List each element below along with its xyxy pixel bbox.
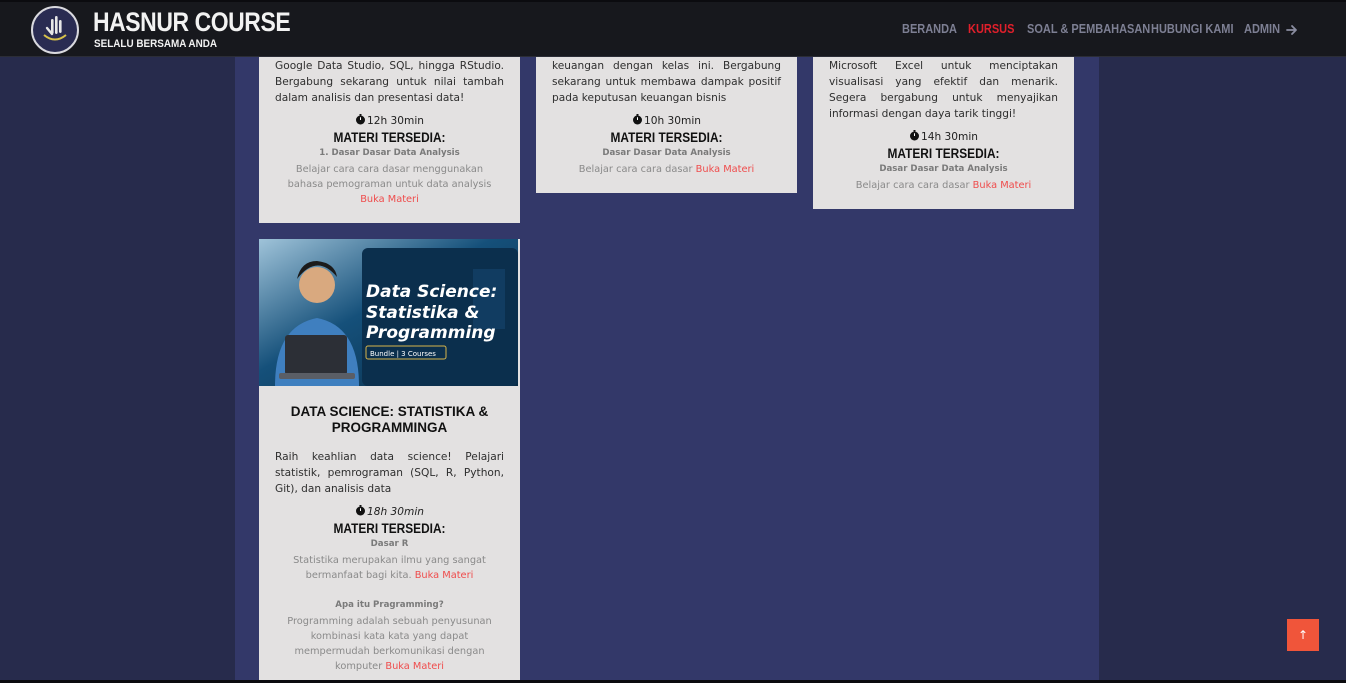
lesson-description: Belajar cara cara dasar menggunakan baha… [287,164,492,205]
course-thumbnail[interactable]: Data Science: Statistika & Programming B… [259,239,518,386]
course-description: Microsoft Excel untuk menciptakan visual… [829,60,1058,120]
nav-soal-pembahasan[interactable]: SOAL & PEMBAHASAN [1027,22,1150,36]
course-duration: 12h 30min [259,114,520,127]
thumbnail-title-line: Statistika & [366,303,479,323]
lesson-title: Apa itu Pragramming? [335,600,444,610]
lesson-description: Belajar cara cara dasar Buka Materi [578,164,755,175]
course-description: Google Data Studio, SQL, hingga RStudio.… [275,60,504,104]
course-description: Raih keahlian data science! Pelajari sta… [275,451,504,495]
course-duration: 14h 30min [813,130,1074,143]
course-duration: 18h 30min [259,505,520,518]
stopwatch-icon [355,505,365,516]
materi-heading: MATERI TERSEDIA: [887,146,1000,161]
nav-hubungi-kami[interactable]: HUBUNGI KAMI [1151,22,1234,36]
thumbnail-title-line: Programming [366,323,496,343]
open-materi-link[interactable]: Buka Materi [415,570,474,581]
course-thumbnail-art: Data Science: Statistika & Programming B… [259,239,518,386]
site-header: HASNUR COURSE SELALU BERSAMA ANDA BERAND… [0,2,1346,57]
open-materi-link[interactable]: Buka Materi [385,661,444,672]
thumbnail-title-line: Data Science: [366,282,497,302]
open-materi-link[interactable]: Buka Materi [360,194,419,205]
lesson-description: Programming adalah sebuah penyusunan kom… [287,616,492,672]
arrow-right-icon[interactable] [1286,23,1298,37]
stopwatch-icon [355,114,365,125]
lesson-title: Dasar Dasar Data Analysis [879,164,1008,174]
materi-heading: MATERI TERSEDIA: [333,130,446,145]
stopwatch-icon [909,130,919,141]
course-card: Microsoft Excel untuk menciptakan visual… [813,57,1074,209]
open-materi-link[interactable]: Buka Materi [973,180,1032,191]
scroll-top-button[interactable]: ↑ [1287,619,1319,651]
course-card: Data Science: Statistika & Programming B… [259,239,520,680]
course-duration: 10h 30min [536,114,797,127]
nav-admin[interactable]: ADMIN [1244,22,1280,36]
main-nav: BERANDA KURSUS SOAL & PEMBAHASAN HUBUNGI… [0,22,1346,40]
nav-beranda[interactable]: BERANDA [902,22,957,36]
open-materi-link[interactable]: Buka Materi [696,164,755,175]
course-description: keuangan dengan kelas ini. Bergabung sek… [552,60,781,104]
nav-kursus[interactable]: KURSUS [968,22,1014,36]
materi-heading: MATERI TERSEDIA: [610,130,723,145]
lesson-description: Statistika merupakan ilmu yang sangat be… [293,555,486,581]
materi-heading: MATERI TERSEDIA: [333,521,446,536]
course-card: Google Data Studio, SQL, hingga RStudio.… [259,57,520,223]
lesson-title: 1. Dasar Dasar Data Analysis [319,148,460,158]
lesson-title: Dasar Dasar Data Analysis [602,148,731,158]
course-list: Google Data Studio, SQL, hingga RStudio.… [235,57,1099,680]
arrow-up-icon: ↑ [1297,628,1309,642]
lesson-title: Dasar R [370,539,409,549]
thumbnail-badge: Bundle | 3 Courses [370,350,436,358]
course-title[interactable]: DATA SCIENCE: STATISTIKA & PROGRAMMINGA [275,404,504,436]
stopwatch-icon [632,114,642,125]
course-card: keuangan dengan kelas ini. Bergabung sek… [536,57,797,193]
lesson-description: Belajar cara cara dasar Buka Materi [855,180,1032,191]
